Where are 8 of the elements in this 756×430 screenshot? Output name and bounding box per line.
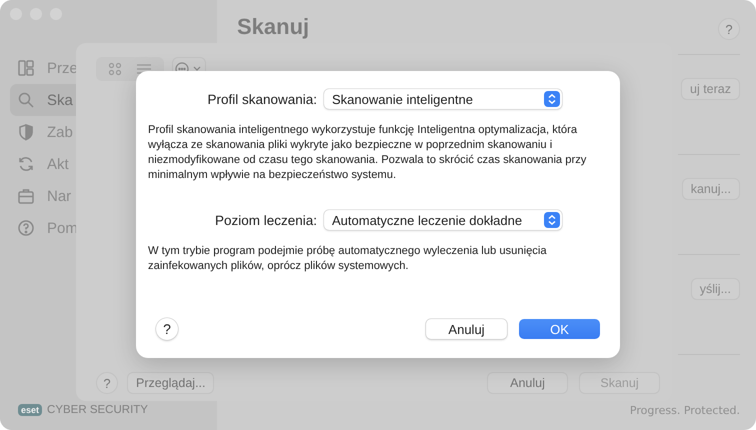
tagline: Progress. Protected. [630, 404, 740, 417]
setting-label: Poziom leczenia: [214, 212, 317, 228]
brand-logo: eset [18, 404, 42, 416]
setting-description: W tym trybie program podejmie próbę automatycznego wyleczenia lub usunięcia zainfekowanych plików, oprócz plików systemowych. [148, 244, 548, 274]
setting-description: Profil skanowania inteligentnego wykorzystuje funkcję Inteligentna optymalizacja, która wyłącza ze skanowania pliki wykryte jako bezpieczne w poprzednim skanowaniu i niezmodyfikowane od czasu tego skanowania. Pozwala to skrócić czas skanowania przy minimalnym wpływie na bezpieczeństwo systemu. [148, 123, 588, 183]
product-name: CYBER SECURITY [47, 404, 148, 416]
setting-label: Profil skanowania: [206, 92, 317, 106]
page-title: Skanuj [237, 14, 310, 40]
